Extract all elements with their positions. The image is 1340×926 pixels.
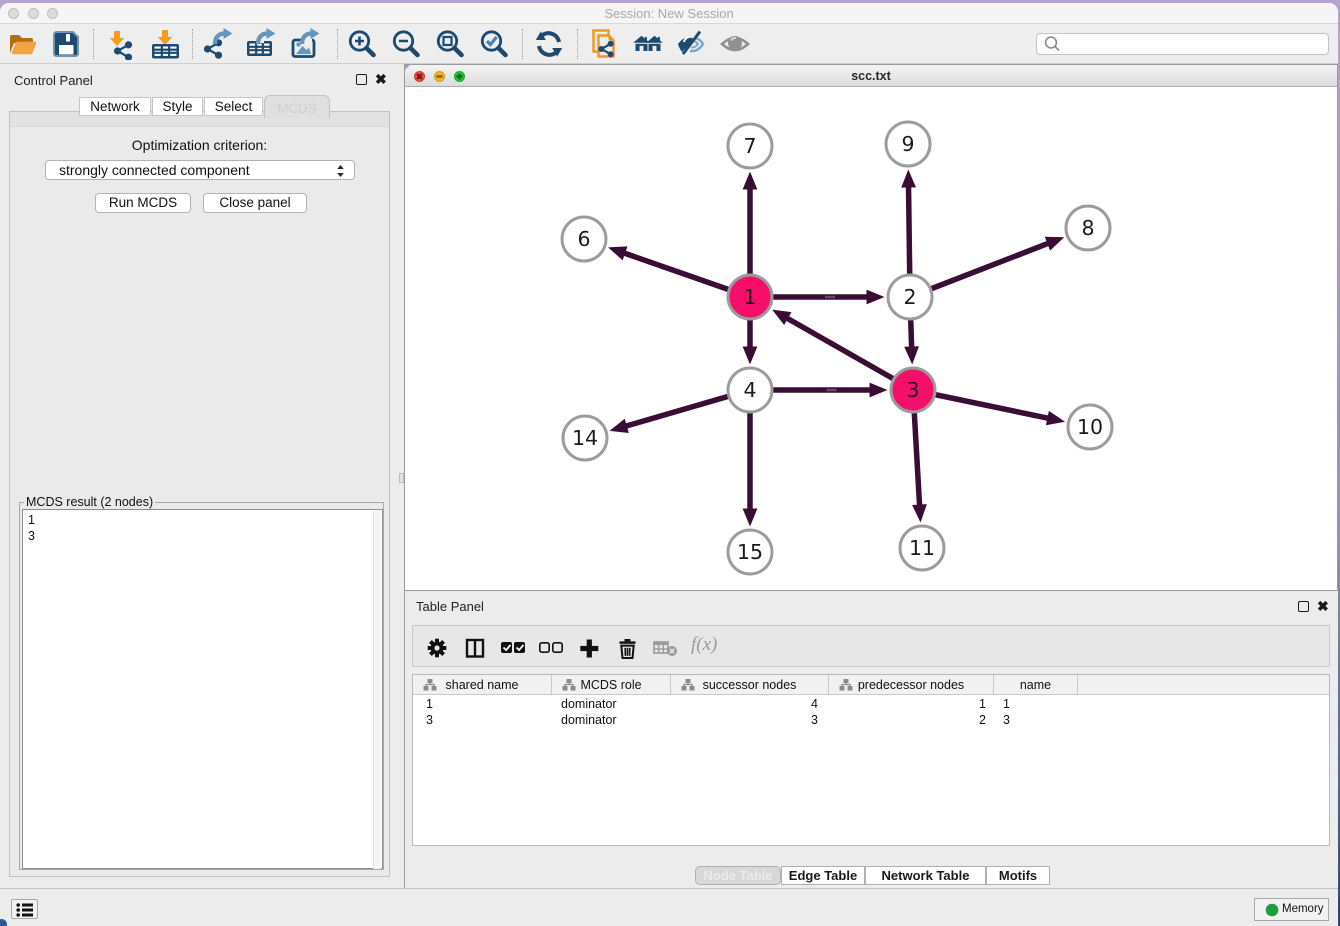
svg-text:14: 14 (572, 426, 598, 450)
svg-text:9: 9 (901, 132, 914, 156)
svg-text:7: 7 (743, 134, 756, 158)
svg-text:15: 15 (737, 540, 763, 564)
svg-text:6: 6 (577, 227, 590, 251)
svg-text:4: 4 (743, 378, 756, 402)
svg-text:2: 2 (903, 285, 916, 309)
svg-text:8: 8 (1081, 216, 1094, 240)
svg-text:11: 11 (909, 536, 935, 560)
svg-text:3: 3 (906, 378, 919, 402)
svg-text:1: 1 (743, 285, 756, 309)
svg-text:10: 10 (1077, 415, 1103, 439)
